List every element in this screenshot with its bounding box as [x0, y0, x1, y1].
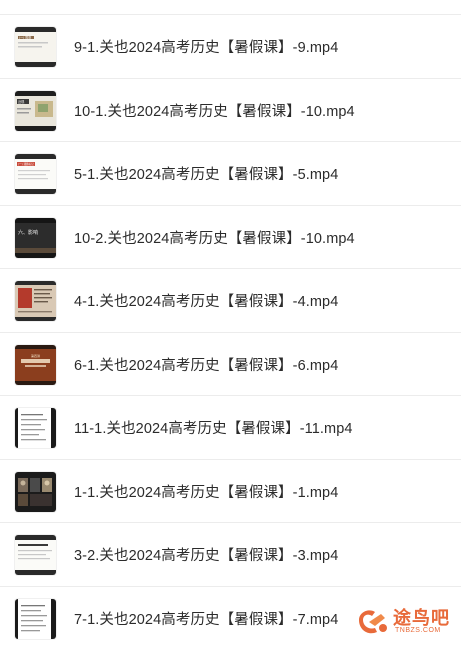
file-row[interactable]: 第四讲 6-1.关也2024高考历史【暑假课】-6.mp4 — [0, 333, 461, 396]
slide-thumbnail-white-icon — [15, 535, 56, 575]
file-name[interactable]: 7-1.关也2024高考历史【暑假课】-7.mp4 — [74, 608, 338, 629]
file-name[interactable]: 1-1.关也2024高考历史【暑假课】-1.mp4 — [74, 481, 338, 502]
slide-thumbnail-brown-icon: 第四讲 — [15, 344, 56, 385]
slide-thumbnail-white-icon: (一) 课题标记 — [15, 154, 56, 194]
file-name[interactable]: 10-2.关也2024高考历史【暑假课】-10.mp4 — [74, 227, 355, 248]
slide-thumbnail-white-icon: (一) 隋唐 — [15, 27, 56, 67]
slide-thumbnail-text-icon — [15, 598, 56, 639]
svg-text:(一) 课题标记: (一) 课题标记 — [18, 162, 34, 166]
watermark-subtext: TNBZS.COM — [395, 627, 441, 634]
watermark-logo-icon — [359, 610, 387, 634]
file-name[interactable]: 5-1.关也2024高考历史【暑假课】-5.mp4 — [74, 163, 338, 184]
slide-thumbnail-map-icon: 近现 — [15, 90, 56, 131]
file-name[interactable]: 11-1.关也2024高考历史【暑假课】-11.mp4 — [74, 417, 353, 438]
file-row[interactable]: (一) 课题标记 5-1.关也2024高考历史【暑假课】-5.mp4 — [0, 142, 461, 206]
file-row[interactable]: 六、影响 10-2.关也2024高考历史【暑假课】-10.mp4 — [0, 206, 461, 269]
file-name[interactable]: 10-1.关也2024高考历史【暑假课】-10.mp4 — [74, 100, 355, 121]
svg-text:(一) 隋唐: (一) 隋唐 — [19, 35, 31, 40]
slide-thumbnail-text-icon — [15, 408, 56, 448]
file-name[interactable]: 4-1.关也2024高考历史【暑假课】-4.mp4 — [74, 290, 338, 311]
file-row[interactable]: 近现 10-1.关也2024高考历史【暑假课】-10.mp4 — [0, 79, 461, 142]
file-row[interactable]: 11-1.关也2024高考历史【暑假课】-11.mp4 — [0, 396, 461, 460]
file-row[interactable]: 4-1.关也2024高考历史【暑假课】-4.mp4 — [0, 269, 461, 333]
file-row[interactable]: (一) 隋唐 9-1.关也2024高考历史【暑假课】-9.mp4 — [0, 15, 461, 79]
svg-text:第四讲: 第四讲 — [31, 353, 40, 358]
slide-thumbnail-photo-icon — [15, 471, 56, 512]
file-list-page: (一) 隋唐 9-1.关也2024高考历史【暑假课】-9.mp4 近现 10-1… — [0, 0, 461, 648]
file-name[interactable]: 9-1.关也2024高考历史【暑假课】-9.mp4 — [74, 36, 338, 57]
svg-text:近现: 近现 — [18, 99, 25, 104]
file-name[interactable]: 6-1.关也2024高考历史【暑假课】-6.mp4 — [74, 354, 338, 375]
file-list: (一) 隋唐 9-1.关也2024高考历史【暑假课】-9.mp4 近现 10-1… — [0, 15, 461, 648]
slide-thumbnail-document-icon — [15, 281, 56, 321]
file-row[interactable]: 3-2.关也2024高考历史【暑假课】-3.mp4 — [0, 523, 461, 587]
slide-thumbnail-dark-icon: 六、影响 — [15, 217, 56, 258]
file-name[interactable]: 3-2.关也2024高考历史【暑假课】-3.mp4 — [74, 544, 338, 565]
site-watermark: 途鸟吧 TNBZS.COM — [355, 604, 455, 640]
svg-text:六、影响: 六、影响 — [18, 229, 38, 236]
file-row[interactable]: 1-1.关也2024高考历史【暑假课】-1.mp4 — [0, 460, 461, 523]
